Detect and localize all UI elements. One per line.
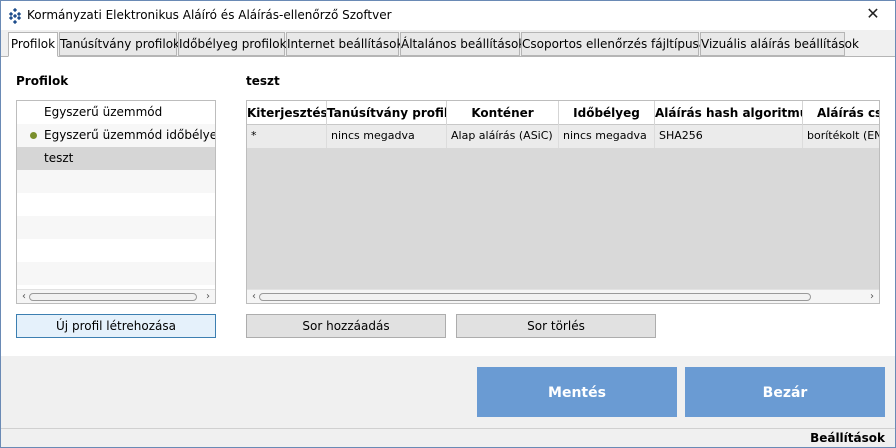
scroll-thumb[interactable]	[29, 293, 197, 301]
list-item-label: teszt	[44, 151, 74, 165]
table-row[interactable]: * nincs megadva Alap aláírás (ASiC) ninc…	[247, 125, 879, 148]
add-row-button[interactable]: Sor hozzáadás	[246, 314, 446, 338]
list-item-empty	[17, 170, 215, 193]
list-item[interactable]: Egyszerű üzemmód	[17, 101, 215, 124]
close-button[interactable]: Bezár	[685, 367, 885, 417]
profile-list[interactable]: Egyszerű üzemmód Egyszerű üzemmód időbél…	[16, 100, 216, 304]
list-item[interactable]: Egyszerű üzemmód időbélyegge	[17, 124, 215, 147]
column-header[interactable]: Aláírás cso	[803, 101, 879, 125]
column-header[interactable]: Kiterjesztés	[247, 101, 327, 125]
table-cell: *	[247, 125, 327, 148]
column-header[interactable]: Konténer	[447, 101, 559, 125]
profile-list-scrollbar[interactable]: ‹ ›	[17, 289, 215, 303]
status-bar: Beállítások	[1, 428, 895, 447]
table-cell: borítékolt (ENV	[803, 125, 879, 148]
column-header[interactable]: Aláírás hash algoritmusa	[655, 101, 803, 125]
list-item-selected[interactable]: teszt	[17, 147, 215, 170]
column-header[interactable]: Tanúsítvány profil	[327, 101, 447, 125]
list-item-empty	[17, 239, 215, 262]
tab-profilok[interactable]: Profilok	[8, 32, 58, 57]
rules-table[interactable]: Kiterjesztés Tanúsítvány profil Konténer…	[246, 100, 880, 304]
tab-tanusitvany-profilok[interactable]: Tanúsítvány profilok	[59, 32, 180, 56]
window-title: Kormányzati Elektronikus Aláíró és Aláír…	[27, 8, 392, 22]
title-bar: Kormányzati Elektronikus Aláíró és Aláír…	[0, 0, 896, 30]
table-cell: SHA256	[655, 125, 803, 148]
delete-row-button[interactable]: Sor törlés	[456, 314, 656, 338]
table-header: Kiterjesztés Tanúsítvány profil Konténer…	[247, 101, 879, 125]
tab-vizualis-alairas[interactable]: Vizuális aláírás beállítások	[700, 32, 859, 56]
scroll-thumb[interactable]	[259, 293, 811, 301]
status-text: Beállítások	[810, 431, 885, 445]
tab-altalanos-beallitasok[interactable]: Általános beállítások	[400, 32, 525, 56]
tab-internet-beallitasok[interactable]: Internet beállítások	[286, 32, 403, 56]
column-header[interactable]: Időbélyeg	[559, 101, 655, 125]
create-profile-button[interactable]: Új profil létrehozása	[16, 314, 216, 338]
list-item-empty	[17, 262, 215, 285]
list-item-empty	[17, 216, 215, 239]
scroll-right-icon[interactable]: ›	[201, 290, 215, 303]
diamond-grid-icon	[8, 8, 22, 24]
profiles-heading: Profilok	[16, 74, 69, 88]
default-profile-dot-icon	[30, 132, 37, 139]
table-scrollbar[interactable]: ‹ ›	[247, 289, 879, 303]
scroll-right-icon[interactable]: ›	[865, 290, 879, 303]
list-item-empty	[17, 193, 215, 216]
tab-idobelyeg-profilok[interactable]: Időbélyeg profilok	[178, 32, 287, 56]
list-item-label: Egyszerű üzemmód	[44, 105, 163, 119]
table-cell: nincs megadva	[327, 125, 447, 148]
close-window-icon[interactable]: ✕	[851, 1, 895, 29]
list-item-label: Egyszerű üzemmód időbélyegge	[44, 128, 215, 142]
tab-csoportos-ellenorzes[interactable]: Csoportos ellenőrzés fájltípusai	[521, 32, 710, 56]
profile-detail-heading: teszt	[246, 74, 280, 88]
table-cell: Alap aláírás (ASiC)	[447, 125, 559, 148]
save-button[interactable]: Mentés	[477, 367, 677, 417]
table-cell: nincs megadva	[559, 125, 655, 148]
